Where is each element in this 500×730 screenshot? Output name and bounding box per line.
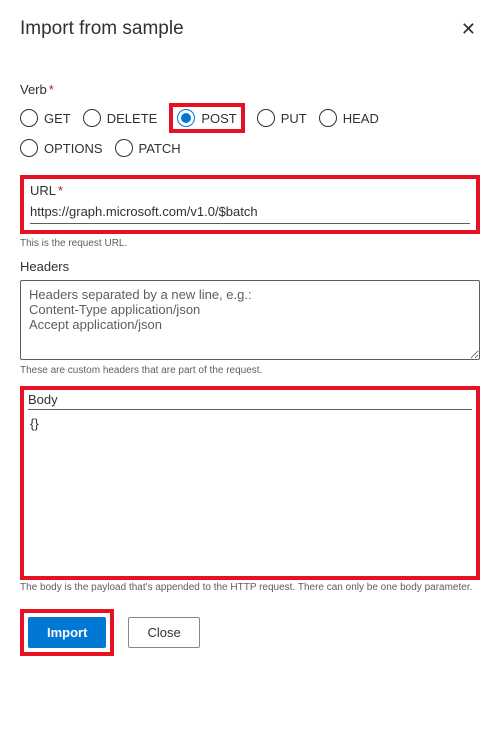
verb-radio-get[interactable]: GET (20, 109, 71, 127)
url-input[interactable] (30, 200, 470, 224)
verb-radio-label: PATCH (139, 141, 181, 156)
radio-icon (177, 109, 195, 127)
import-button[interactable]: Import (28, 617, 106, 648)
verb-radio-label: DELETE (107, 111, 158, 126)
highlight-url: URL* (20, 175, 480, 234)
headers-helper: These are custom headers that are part o… (20, 365, 480, 376)
radio-icon (83, 109, 101, 127)
highlight-import: Import (20, 609, 114, 656)
verb-radio-delete[interactable]: DELETE (83, 109, 158, 127)
verb-radio-label: POST (201, 111, 236, 126)
verb-radio-put[interactable]: PUT (257, 109, 307, 127)
verb-radio-label: GET (44, 111, 71, 126)
radio-icon (319, 109, 337, 127)
radio-icon (115, 139, 133, 157)
verb-radio-label: PUT (281, 111, 307, 126)
url-label: URL* (30, 183, 470, 198)
radio-icon (20, 109, 38, 127)
verb-radio-options[interactable]: OPTIONS (20, 139, 103, 157)
verb-label: Verb* (20, 82, 480, 97)
required-marker: * (49, 82, 54, 97)
close-button[interactable]: Close (128, 617, 199, 648)
url-helper: This is the request URL. (20, 238, 480, 249)
radio-icon (257, 109, 275, 127)
highlight-body: Body (20, 386, 480, 580)
body-helper: The body is the payload that's appended … (20, 582, 480, 593)
close-icon[interactable]: ✕ (457, 18, 480, 40)
verb-radio-label: OPTIONS (44, 141, 103, 156)
verb-radio-post[interactable]: POST (177, 109, 236, 127)
verb-radio-head[interactable]: HEAD (319, 109, 379, 127)
body-textarea[interactable] (28, 409, 472, 569)
dialog-title: Import from sample (20, 18, 184, 40)
verb-radio-patch[interactable]: PATCH (115, 139, 181, 157)
body-label: Body (28, 392, 472, 407)
radio-icon (20, 139, 38, 157)
verb-radio-label: HEAD (343, 111, 379, 126)
highlight-post: POST (169, 103, 244, 133)
headers-textarea[interactable] (20, 280, 480, 360)
headers-label: Headers (20, 259, 480, 274)
verb-radio-group: GET DELETE POST PUT HEAD OPTIONS PATCH (20, 103, 480, 163)
required-marker: * (58, 183, 63, 198)
